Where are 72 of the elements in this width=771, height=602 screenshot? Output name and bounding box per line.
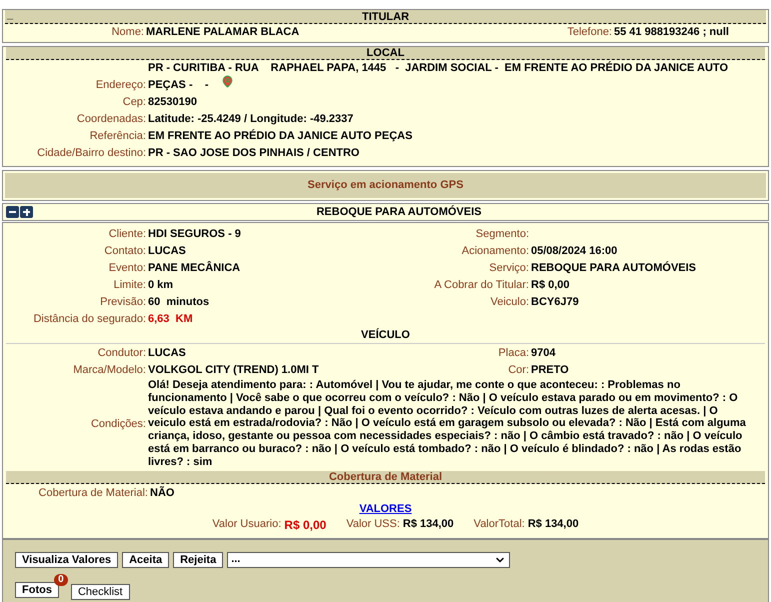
status-banner: Serviço em acionamento GPS (5, 173, 766, 198)
checklist-button[interactable]: Checklist (70, 584, 130, 600)
field-value: R$ 0,00 (531, 278, 571, 293)
action-select[interactable]: ... (227, 552, 510, 568)
field-label: Cidade/Bairro destino: (36, 146, 147, 161)
field-label: Coordenadas: (76, 112, 147, 127)
field-label: Previsão: (99, 295, 147, 310)
field-value: PR - SAO JOSE DOS PINHAIS / CENTRO (148, 146, 360, 161)
service-title: REBOQUE PARA AUTOMÓVEIS (315, 204, 483, 220)
value-label: ValorTotal: (474, 517, 525, 532)
field-value: 05/08/2024 16:00 (531, 244, 618, 259)
field-value: 0 km (148, 278, 174, 293)
field-value: 9704 (531, 346, 556, 361)
field-label: Limite: (112, 278, 147, 293)
value-amount: R$ 0,00 (284, 516, 326, 534)
value-amount: R$ 134,00 (528, 517, 579, 532)
field-label: A Cobrar do Titular: (433, 278, 530, 293)
field-label: Cor: (507, 363, 530, 378)
field-value: 60 minutos (148, 295, 210, 310)
field-value: LUCAS (148, 346, 187, 361)
section-title: TITULAR (362, 10, 410, 24)
value-amount: R$ 134,00 (402, 517, 454, 532)
field-label: Endereço: (94, 78, 147, 93)
field-label: Veiculo: (489, 295, 530, 310)
section-title: VEÍCULO (6, 328, 765, 344)
field-value: EM FRENTE AO PRÉDIO DA JANICE AUTO PEÇAS (148, 128, 414, 144)
value-label: Valor Usuario: (212, 517, 282, 532)
field-value: Latitude: -25.4249 / Longitude: -49.2337 (148, 112, 354, 127)
field-label: Cep: (122, 95, 147, 110)
field-value: REBOQUE PARA AUTOMÓVEIS (531, 260, 698, 276)
action-button[interactable]: Visualiza Valores (15, 552, 118, 568)
address-text: PR - CURITIBA - RUA RAPHAEL PAPA, 1445 - JARDIM SOCIAL - EM FRENTE AO PRÉDIO DA JANICE AUTO (148, 60, 728, 76)
field-value: BCY6J79 (531, 295, 580, 310)
field-label: Marca/Modelo: (72, 363, 147, 378)
map-pin-icon[interactable] (220, 75, 234, 88)
plus-icon[interactable] (20, 206, 33, 218)
field-label: Evento: (108, 261, 147, 276)
field-label: Referência: (88, 129, 147, 144)
field-label: Placa: (497, 346, 530, 361)
field-value: LUCAS (148, 244, 187, 259)
field-label: Condutor: (96, 346, 147, 361)
field-value: PANE MECÂNICA (148, 260, 242, 276)
field-value: VOLKGOL CITY (TREND) 1.0MI T (148, 363, 320, 378)
photos-button[interactable]: Fotos (15, 582, 59, 598)
value-label: Valor USS: (346, 517, 400, 532)
photo-count-badge: 0 (54, 574, 68, 586)
field-label: Contato: (103, 244, 147, 259)
field-label: Condições: (90, 416, 147, 432)
minus-icon[interactable] (6, 206, 19, 218)
field-value: NÃO (150, 485, 176, 501)
conditions-text: Olá! Deseja atendimento para: : Automóvel | Vou te ajudar, me conte o que aconteceu: : Problemas no funcionamento | Você sabe o que ocorreu com o veículo? : Não | O veículo estava parado ou em movimento? : O veículo estava andando e parou | Qual foi o evento ocorrido? : Veículo com outras luzes de alerta acesas. | O veiculo está em estrada/rodovia? : Não | O veículo está em garagem subsolo ou elevada? : Não | Está com alguma criança, idoso, gestante ou pessoa com necessidades especiais? : não | O câmbio está travado? : não | O veículo está em barranco ou buraco? : não | O veículo está tombado? : não | O veículo é blindado? : não | As rodas estão livres? : sim (148, 379, 747, 469)
field-label: Telefone: (566, 25, 613, 40)
action-button[interactable]: Rejeita (173, 552, 224, 568)
section-header: LOCAL (6, 47, 765, 60)
collapse-toggle[interactable]: _ (5, 10, 362, 24)
field-label: Acionamento: (460, 244, 530, 259)
field-value: PRETO (531, 363, 570, 378)
field-value: MARLENE PALAMAR BLACA (146, 25, 300, 40)
address-text: PEÇAS - - (148, 78, 209, 93)
field-value: 6,63 KM (148, 312, 194, 327)
field-label: Cobertura de Material: (38, 486, 149, 501)
field-label: Segmento: (474, 227, 530, 242)
action-button[interactable]: Aceita (122, 552, 170, 568)
field-label: Nome: (110, 25, 145, 40)
field-value: HDI SEGUROS - 9 (148, 227, 242, 242)
field-label: Serviço: (488, 261, 530, 276)
field-value: 55 41 988193246 ; null (614, 25, 730, 40)
field-value: 82530190 (148, 95, 198, 110)
section-header: Cobertura de Material (6, 470, 765, 484)
field-label: Distância do segurado: (32, 312, 147, 327)
field-label: Cliente: (108, 227, 147, 242)
values-link[interactable]: VALORES (359, 502, 412, 515)
